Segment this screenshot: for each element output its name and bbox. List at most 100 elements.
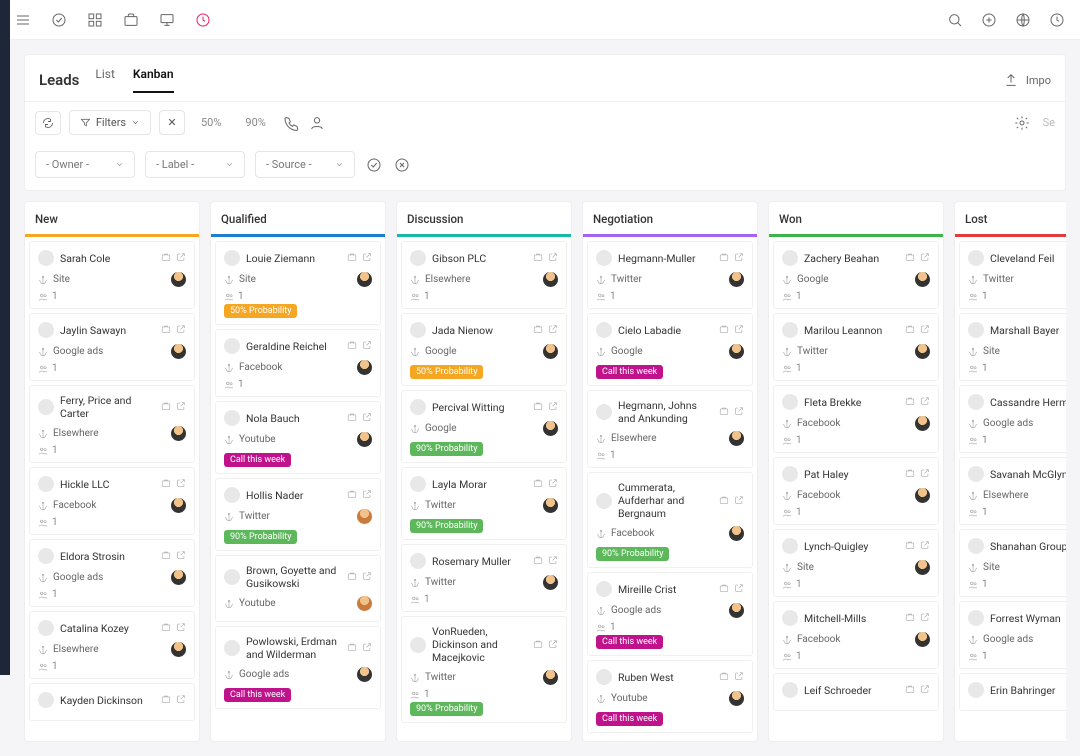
- column-body[interactable]: Gibson PLCElsewhere1Jada NienowGoogle50%…: [397, 237, 571, 731]
- settings-icon[interactable]: [1013, 114, 1031, 132]
- assignee-avatar[interactable]: [543, 575, 558, 590]
- column-body[interactable]: Zachery BeahanGoogle1Marilou LeannonTwit…: [769, 237, 943, 719]
- lead-card[interactable]: VonRueden, Dickinson and MacejkovicTwitt…: [401, 616, 567, 723]
- open-icon[interactable]: [176, 323, 186, 337]
- assignee-avatar[interactable]: [543, 272, 558, 287]
- lead-card[interactable]: Savanah McGlynnElsewhere1: [959, 457, 1066, 525]
- briefcase-icon[interactable]: [347, 641, 357, 655]
- lead-card[interactable]: Hegmann, Johns and AnkundingElsewhere1: [587, 390, 753, 468]
- briefcase-icon[interactable]: [161, 400, 171, 414]
- briefcase-icon[interactable]: [161, 693, 171, 707]
- assignee-avatar[interactable]: [171, 344, 186, 359]
- monitor-icon[interactable]: [158, 11, 176, 29]
- assignee-avatar[interactable]: [543, 344, 558, 359]
- briefcase-icon[interactable]: [533, 554, 543, 568]
- lead-card[interactable]: Ferry, Price and CarterElsewhere1: [29, 385, 195, 463]
- assignee-avatar[interactable]: [171, 498, 186, 513]
- lead-card[interactable]: Sarah ColeSite1: [29, 241, 195, 309]
- column-body[interactable]: Sarah ColeSite1Jaylin SawaynGoogle ads1F…: [25, 237, 199, 729]
- briefcase-icon[interactable]: [905, 683, 915, 697]
- assignee-avatar[interactable]: [729, 603, 744, 618]
- lead-card[interactable]: Hegmann-MullerTwitter1: [587, 241, 753, 309]
- briefcase-icon[interactable]: [719, 405, 729, 419]
- lead-card[interactable]: Kayden Dickinson: [29, 683, 195, 721]
- assignee-avatar[interactable]: [171, 642, 186, 657]
- assignee-avatar[interactable]: [171, 426, 186, 441]
- column-body[interactable]: Hegmann-MullerTwitter1Cielo LabadieGoogl…: [583, 237, 757, 741]
- lead-card[interactable]: Rosemary MullerTwitter1: [401, 544, 567, 612]
- open-icon[interactable]: [362, 488, 372, 502]
- open-icon[interactable]: [734, 582, 744, 596]
- briefcase-icon[interactable]: [161, 251, 171, 265]
- lead-card[interactable]: Jaylin SawaynGoogle ads1: [29, 313, 195, 381]
- briefcase-icon[interactable]: [533, 400, 543, 414]
- open-icon[interactable]: [176, 693, 186, 707]
- briefcase-icon[interactable]: [533, 638, 543, 652]
- open-icon[interactable]: [176, 400, 186, 414]
- briefcase-icon[interactable]: [905, 611, 915, 625]
- lead-card[interactable]: Percival WittingGoogle90% Probability: [401, 390, 567, 463]
- search-icon[interactable]: [946, 11, 964, 29]
- assignee-avatar[interactable]: [357, 360, 372, 375]
- upload-icon[interactable]: [1002, 71, 1020, 89]
- column-body[interactable]: Cleveland FeilTwitter1Marshall BayerSite…: [955, 237, 1066, 719]
- owner-select[interactable]: - Owner -: [35, 151, 135, 178]
- phone-icon[interactable]: [282, 114, 300, 132]
- menu-icon[interactable]: [14, 11, 32, 29]
- assignee-avatar[interactable]: [543, 421, 558, 436]
- open-icon[interactable]: [176, 477, 186, 491]
- lead-card[interactable]: Erin Bahringer: [959, 673, 1066, 711]
- lead-card[interactable]: Pat HaleyFacebook1: [773, 457, 939, 525]
- lead-card[interactable]: Catalina KozeyElsewhere1: [29, 611, 195, 679]
- open-icon[interactable]: [920, 611, 930, 625]
- assignee-avatar[interactable]: [915, 272, 930, 287]
- lead-card[interactable]: Louie ZiemannSite150% Probability: [215, 241, 381, 325]
- briefcase-icon[interactable]: [347, 570, 357, 584]
- open-icon[interactable]: [176, 251, 186, 265]
- briefcase-icon[interactable]: [719, 670, 729, 684]
- lead-card[interactable]: Cassandre HermanGoogle ads1: [959, 385, 1066, 453]
- assignee-avatar[interactable]: [543, 498, 558, 513]
- assignee-avatar[interactable]: [915, 488, 930, 503]
- column-body[interactable]: Louie ZiemannSite150% ProbabilityGeraldi…: [211, 237, 385, 717]
- open-icon[interactable]: [176, 549, 186, 563]
- lead-card[interactable]: Cummerata, Aufderhar and BergnaumFaceboo…: [587, 472, 753, 568]
- lead-card[interactable]: Lynch-QuigleySite1: [773, 529, 939, 597]
- briefcase-icon[interactable]: [533, 477, 543, 491]
- briefcase-icon[interactable]: [533, 323, 543, 337]
- lead-card[interactable]: Leif Schroeder: [773, 673, 939, 711]
- briefcase-icon[interactable]: [719, 494, 729, 508]
- open-icon[interactable]: [734, 405, 744, 419]
- lead-card[interactable]: Hollis NaderTwitter90% Probability: [215, 478, 381, 551]
- lead-card[interactable]: Marilou LeannonTwitter1: [773, 313, 939, 381]
- open-icon[interactable]: [362, 411, 372, 425]
- briefcase-icon[interactable]: [905, 251, 915, 265]
- user-icon[interactable]: [308, 114, 326, 132]
- open-icon[interactable]: [920, 395, 930, 409]
- chip-50[interactable]: 50%: [193, 112, 229, 133]
- briefcase-icon[interactable]: [905, 467, 915, 481]
- check-circle-icon[interactable]: [50, 11, 68, 29]
- assignee-avatar[interactable]: [357, 272, 372, 287]
- open-icon[interactable]: [548, 400, 558, 414]
- briefcase-icon[interactable]: [161, 549, 171, 563]
- open-icon[interactable]: [362, 570, 372, 584]
- lead-card[interactable]: Layla MorarTwitter90% Probability: [401, 467, 567, 540]
- refresh-button[interactable]: [35, 111, 61, 135]
- briefcase-icon[interactable]: [905, 539, 915, 553]
- briefcase-icon[interactable]: [719, 251, 729, 265]
- briefcase-icon[interactable]: [347, 411, 357, 425]
- briefcase-icon[interactable]: [347, 251, 357, 265]
- left-nav-strip[interactable]: [0, 0, 10, 675]
- open-icon[interactable]: [548, 251, 558, 265]
- clear-filter-button[interactable]: ✕: [159, 110, 185, 135]
- lead-card[interactable]: Geraldine ReichelFacebook1: [215, 329, 381, 397]
- assignee-avatar[interactable]: [357, 596, 372, 611]
- open-icon[interactable]: [548, 477, 558, 491]
- briefcase-icon[interactable]: [347, 488, 357, 502]
- import-label[interactable]: Impo: [1026, 74, 1051, 87]
- open-icon[interactable]: [548, 554, 558, 568]
- assignee-avatar[interactable]: [729, 272, 744, 287]
- briefcase-icon[interactable]: [347, 339, 357, 353]
- lead-card[interactable]: Cleveland FeilTwitter1: [959, 241, 1066, 309]
